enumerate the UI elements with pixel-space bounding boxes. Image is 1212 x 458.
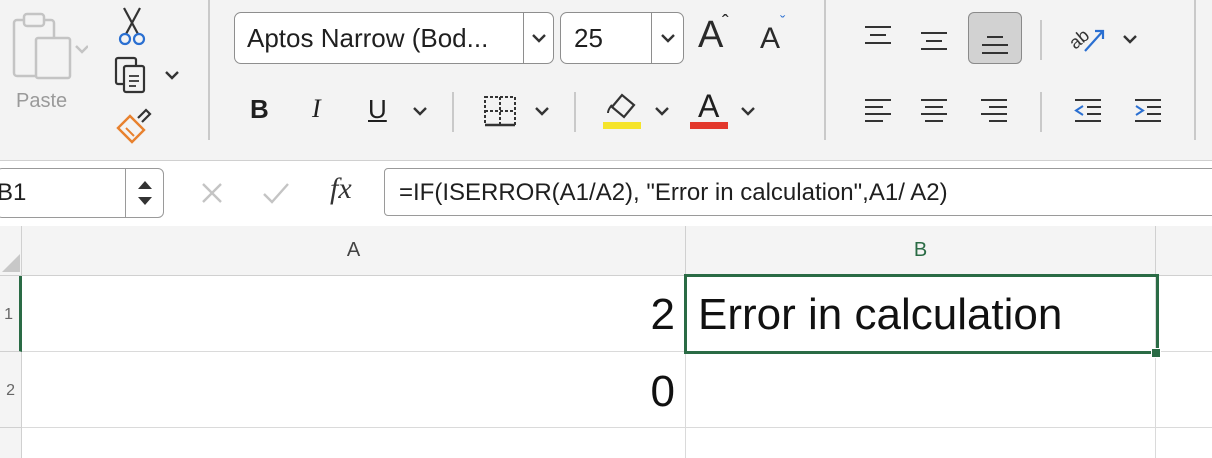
spreadsheet-grid: A B 1 2 2 Error in calculation 0 [0, 226, 1212, 458]
font-size-value: 25 [574, 23, 603, 53]
cell-c1[interactable] [1156, 276, 1212, 352]
cut-icon[interactable] [114, 6, 150, 48]
cell-c3[interactable] [1156, 428, 1212, 458]
row-header-1[interactable]: 1 [0, 276, 22, 352]
cell-b3[interactable] [686, 428, 1156, 458]
fill-color-bar [603, 122, 641, 129]
align-middle-icon[interactable] [914, 20, 954, 56]
formula-input[interactable]: =IF(ISERROR(A1/A2), "Error in calculatio… [384, 168, 1212, 216]
increase-indent-icon[interactable] [1128, 92, 1168, 130]
ribbon-separator [1040, 20, 1042, 60]
name-box[interactable]: B1 [0, 168, 164, 218]
cell-b2[interactable] [686, 352, 1156, 428]
insert-function-button[interactable]: fx [330, 172, 352, 206]
font-size-dropdown[interactable]: 25 [560, 12, 684, 64]
decrease-font-caret-icon: ˇ [780, 14, 786, 31]
font-color-button[interactable]: A [698, 88, 719, 125]
orientation-chevron-icon[interactable] [1120, 30, 1140, 48]
increase-font-caret-icon: ˆ [722, 12, 729, 34]
cell-a1[interactable]: 2 [22, 276, 686, 352]
svg-text:ab: ab [1065, 25, 1093, 53]
align-top-icon[interactable] [858, 18, 898, 54]
ribbon-separator [824, 0, 826, 140]
font-color-bar [690, 122, 728, 129]
formula-text: =IF(ISERROR(A1/A2), "Error in calculatio… [399, 179, 948, 206]
ribbon: Paste Aptos Narrow (Bod... 25 A ˆ A ˇ B … [0, 0, 1212, 160]
font-size-chevron-icon[interactable] [651, 13, 683, 63]
bold-button[interactable]: B [250, 94, 269, 125]
fill-handle[interactable] [1151, 348, 1161, 358]
increase-font-size-button[interactable]: A [698, 14, 723, 57]
decrease-indent-icon[interactable] [1068, 92, 1108, 130]
align-right-icon[interactable] [974, 92, 1014, 130]
cell-b1[interactable]: Error in calculation [686, 276, 1156, 352]
copy-icon[interactable] [112, 54, 156, 94]
ribbon-separator [452, 92, 454, 132]
align-bottom-icon [975, 20, 1015, 60]
align-left-icon[interactable] [858, 92, 898, 130]
fill-color-icon[interactable] [600, 90, 644, 122]
font-name-dropdown[interactable]: Aptos Narrow (Bod... [234, 12, 554, 64]
ribbon-separator [1194, 0, 1196, 140]
name-box-value: B1 [0, 179, 27, 206]
fill-color-chevron-icon[interactable] [652, 102, 672, 120]
ribbon-separator [208, 0, 210, 140]
confirm-edit-icon[interactable] [258, 177, 294, 209]
format-painter-icon[interactable] [112, 104, 156, 144]
borders-chevron-icon[interactable] [532, 102, 552, 120]
ribbon-separator [1040, 92, 1042, 132]
cell-a2[interactable]: 0 [22, 352, 686, 428]
cell-c2[interactable] [1156, 352, 1212, 428]
paste-label[interactable]: Paste [16, 90, 67, 113]
select-all-corner[interactable] [0, 226, 22, 276]
font-color-chevron-icon[interactable] [738, 102, 758, 120]
ribbon-separator [574, 92, 576, 132]
underline-chevron-icon[interactable] [410, 102, 430, 120]
cell-a3[interactable] [22, 428, 686, 458]
copy-dropdown-chevron-icon[interactable] [162, 66, 182, 84]
row-header-2[interactable]: 2 [0, 352, 22, 428]
font-name-chevron-icon[interactable] [523, 13, 553, 63]
decrease-font-size-button[interactable]: A [760, 22, 780, 56]
font-name-value: Aptos Narrow (Bod... [247, 23, 489, 53]
cancel-edit-icon[interactable] [196, 177, 228, 209]
align-center-icon[interactable] [914, 92, 954, 130]
column-header-a[interactable]: A [22, 226, 686, 276]
underline-button[interactable]: U [368, 94, 387, 125]
row-header-3[interactable] [0, 428, 22, 458]
orientation-icon[interactable]: ab [1064, 18, 1110, 58]
borders-icon[interactable] [480, 92, 520, 130]
paste-icon[interactable] [8, 10, 88, 82]
column-header-c[interactable] [1156, 226, 1212, 276]
italic-button[interactable]: I [312, 94, 321, 124]
column-header-b[interactable]: B [686, 226, 1156, 276]
name-box-stepper[interactable] [125, 169, 163, 217]
